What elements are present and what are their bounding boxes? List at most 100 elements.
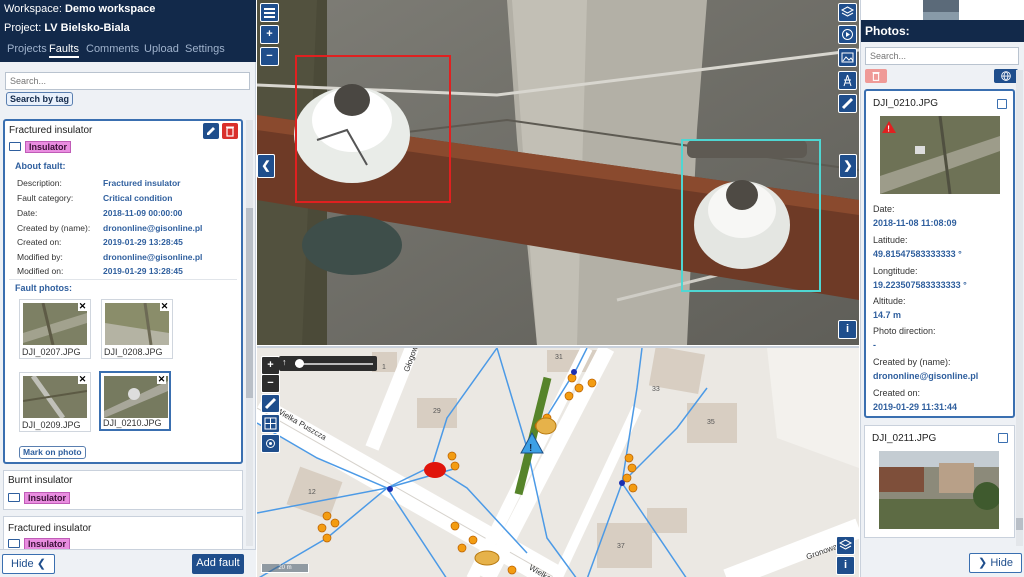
- delete-fault-button[interactable]: [222, 123, 238, 139]
- mark-on-photo-button[interactable]: Mark on photo: [19, 446, 86, 459]
- photo-field-value: -: [873, 340, 876, 350]
- project-name[interactable]: LV Bielsko-Biala: [44, 22, 129, 34]
- photo-field-label: Photo direction:: [873, 326, 936, 336]
- tab-upload[interactable]: Upload: [144, 43, 179, 55]
- next-photo-button[interactable]: ❯: [839, 154, 857, 178]
- map-zoom-in-button[interactable]: +: [261, 356, 280, 375]
- detail-value: Critical condition: [103, 193, 173, 203]
- fault-photo-thumb[interactable]: ✕ DJI_0207.JPG: [19, 299, 91, 359]
- fault-card[interactable]: Burnt insulator Insulator: [3, 470, 243, 510]
- hide-left-panel-button[interactable]: Hide ❮: [2, 554, 55, 574]
- left-header: Workspace: Demo workspace Project: LV Bi…: [0, 0, 256, 62]
- map-info-button[interactable]: i: [836, 556, 855, 575]
- remove-photo-icon[interactable]: ✕: [78, 302, 87, 311]
- fault-card[interactable]: Fractured insulator Insulator: [3, 516, 243, 550]
- image-button[interactable]: [838, 48, 857, 67]
- tab-comments[interactable]: Comments: [86, 43, 139, 55]
- photo-info-button[interactable]: i: [838, 320, 857, 339]
- photo-search-input[interactable]: [865, 47, 1019, 65]
- drone-photo: [257, 0, 859, 345]
- building-number: 12: [308, 489, 316, 496]
- warning-icon: !: [882, 121, 896, 133]
- fault-tag[interactable]: Insulator: [24, 492, 71, 504]
- tab-faults[interactable]: Faults: [49, 43, 79, 58]
- menu-button[interactable]: [260, 3, 279, 22]
- add-fault-button[interactable]: Add fault: [192, 554, 244, 574]
- hamburger-icon: [264, 8, 275, 18]
- building-number: 29: [433, 408, 441, 415]
- left-footer: Hide ❮ Add fault: [0, 549, 256, 577]
- pylon-icon: [843, 74, 852, 87]
- measure-button[interactable]: [838, 94, 857, 113]
- person-button[interactable]: [838, 71, 857, 90]
- remove-photo-icon[interactable]: ✕: [157, 375, 166, 384]
- layers-button[interactable]: [838, 3, 857, 22]
- search-by-tag-button[interactable]: Search by tag: [6, 92, 74, 106]
- detail-label: Modified by:: [17, 252, 63, 262]
- previous-photo-button[interactable]: ❮: [257, 154, 275, 178]
- photo-card[interactable]: DJI_0211.JPG: [864, 425, 1015, 538]
- edit-fault-button[interactable]: [203, 123, 219, 139]
- fault-tag[interactable]: Insulator: [25, 141, 72, 153]
- chevron-left-icon: ❮: [36, 558, 46, 570]
- play-circle-icon: [842, 29, 853, 40]
- photo-field-label: Latitude:: [873, 235, 908, 245]
- photos-scrollbar[interactable]: [1016, 70, 1023, 546]
- fault-photo-thumb[interactable]: ✕ DJI_0209.JPG: [19, 372, 91, 432]
- hide-label: Hide: [990, 557, 1013, 569]
- info-icon: i: [843, 559, 848, 571]
- map-layers-button[interactable]: [836, 536, 855, 555]
- trash-icon: [226, 126, 234, 137]
- tag-icon: [8, 493, 20, 502]
- photo-card-selected[interactable]: DJI_0210.JPG ! Date: 2018-11-08 11:08:09…: [864, 89, 1015, 418]
- fault-search-input[interactable]: [5, 72, 250, 90]
- tab-settings[interactable]: Settings: [185, 43, 225, 55]
- photo-checkbox[interactable]: [998, 433, 1008, 443]
- pencil-icon: [207, 127, 215, 135]
- image-icon: [841, 52, 854, 63]
- fault-photos-heading: Fault photos:: [15, 283, 72, 293]
- zoom-in-button[interactable]: +: [260, 25, 279, 44]
- slider-track: [295, 363, 373, 365]
- photo-field-value: drononline@gisonline.pl: [873, 371, 979, 381]
- minus-icon: −: [266, 50, 273, 62]
- photo-field-label: Date:: [873, 204, 895, 214]
- globe-button[interactable]: [994, 69, 1018, 83]
- map-locate-button[interactable]: [261, 434, 280, 453]
- remove-photo-icon[interactable]: ✕: [160, 302, 169, 311]
- photos-heading: Photos:: [861, 20, 1024, 42]
- workspace-label: Workspace:: [4, 3, 62, 15]
- building-number: 33: [652, 386, 660, 393]
- svg-text:!: !: [887, 125, 890, 134]
- map-opacity-slider[interactable]: ↑: [279, 356, 377, 371]
- map-grid-button[interactable]: [261, 414, 280, 433]
- detail-label: Created by (name):: [17, 223, 91, 233]
- map-canvas: !: [257, 348, 859, 577]
- photo-field-label: Altitude:: [873, 296, 906, 306]
- fault-photo-thumb[interactable]: ✕ DJI_0208.JPG: [101, 299, 173, 359]
- map-measure-button[interactable]: [261, 394, 280, 413]
- hide-right-panel-button[interactable]: ❯ Hide: [969, 553, 1022, 573]
- photo-name: DJI_0209.JPG: [22, 420, 81, 430]
- photo-name: DJI_0208.JPG: [104, 347, 163, 357]
- play-button[interactable]: [838, 25, 857, 44]
- photo-field-label: Created by (name):: [873, 357, 951, 367]
- workspace-line: Workspace: Demo workspace: [4, 3, 155, 15]
- remove-photo-icon[interactable]: ✕: [78, 375, 87, 384]
- map-view[interactable]: ! Wielka Puszcza Głogowa Gronowa Wielka …: [257, 346, 859, 577]
- map-zoom-out-button[interactable]: −: [261, 374, 280, 393]
- tab-projects[interactable]: Projects: [7, 43, 47, 55]
- detail-label: Created on:: [17, 237, 62, 247]
- workspace-name[interactable]: Demo workspace: [65, 3, 155, 15]
- detail-label: Modified on:: [17, 266, 64, 276]
- photo-checkbox[interactable]: [997, 99, 1007, 109]
- fault-card-selected[interactable]: Fractured insulator Insulator About faul…: [3, 119, 243, 464]
- project-line: Project: LV Bielsko-Biala: [4, 22, 130, 34]
- photos-panel: Photos: DJI_0210.JPG ! Date: 2018-11-08 …: [860, 0, 1024, 577]
- zoom-out-button[interactable]: −: [260, 47, 279, 66]
- slider-handle[interactable]: [295, 359, 304, 368]
- faults-scrollbar[interactable]: [246, 120, 253, 546]
- fault-photo-thumb-selected[interactable]: ✕ DJI_0210.JPG: [99, 371, 171, 431]
- delete-photos-button[interactable]: [865, 69, 887, 83]
- photo-viewer[interactable]: + − ❮ ❯ i: [257, 0, 859, 345]
